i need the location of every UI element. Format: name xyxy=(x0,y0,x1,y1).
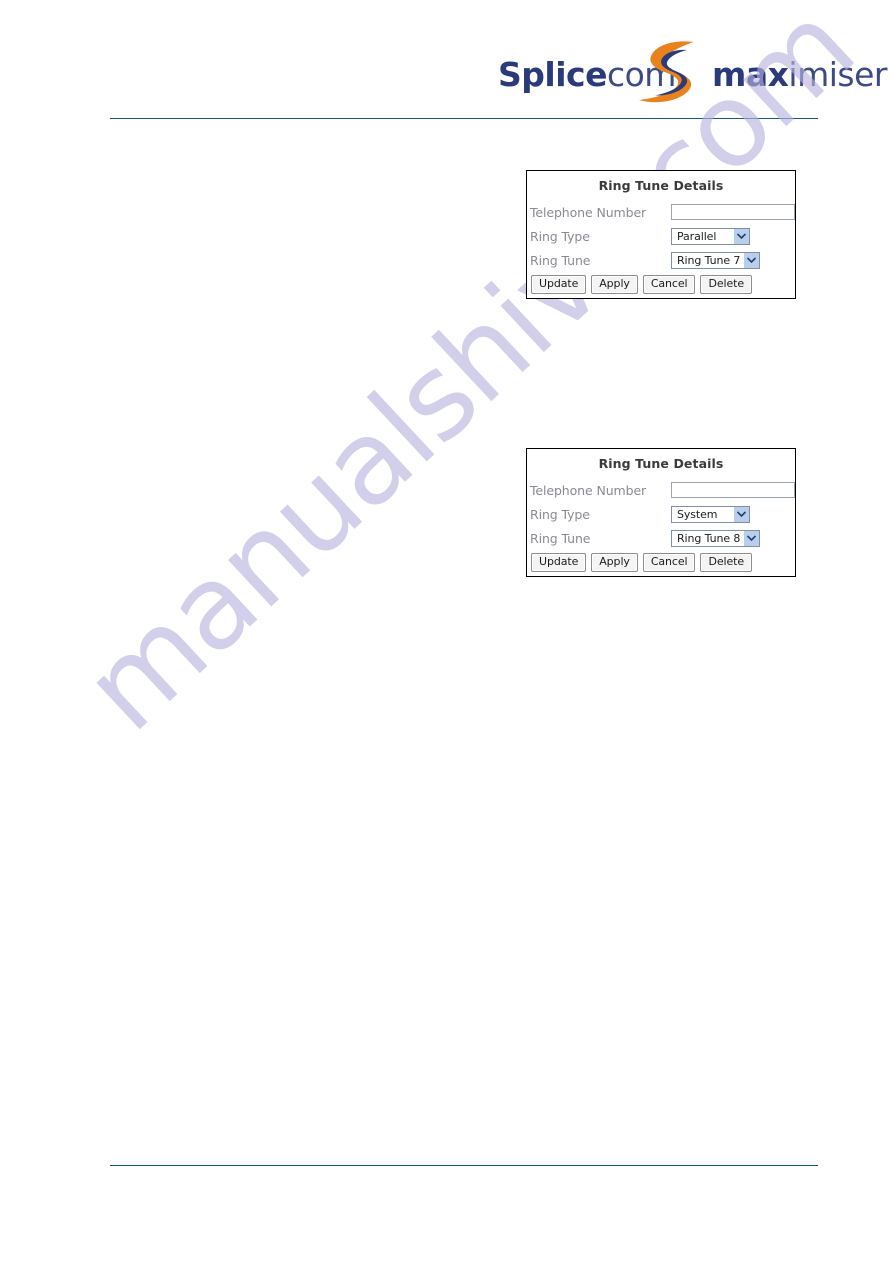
logo-text-splice: Splice xyxy=(498,55,607,94)
ring-type-selected-value: System xyxy=(677,507,718,521)
ring-tune-select[interactable]: Ring Tune 7 xyxy=(671,251,760,269)
update-button[interactable]: Update xyxy=(531,553,587,572)
ring-tune-details-panel: Ring Tune Details Telephone Number Ring … xyxy=(526,170,796,299)
document-page: manualshive.com Splicecom maximiser Ring … xyxy=(0,0,893,1263)
telephone-number-row: Telephone Number xyxy=(527,478,795,502)
chevron-down-icon[interactable] xyxy=(733,228,749,244)
chevron-down-icon[interactable] xyxy=(743,252,759,268)
chevron-down-icon[interactable] xyxy=(733,506,749,522)
watermark-text: manualshive.com xyxy=(58,0,879,757)
ring-tune-selected-value: Ring Tune 7 xyxy=(677,253,741,267)
telephone-number-label: Telephone Number xyxy=(530,204,647,220)
cancel-button[interactable]: Cancel xyxy=(642,275,696,294)
telephone-number-row: Telephone Number xyxy=(527,200,795,224)
ring-type-label: Ring Type xyxy=(530,506,590,522)
ring-type-selected-value: Parallel xyxy=(677,229,717,243)
logo-text-imiser: imiser xyxy=(788,55,887,94)
cancel-button[interactable]: Cancel xyxy=(642,553,696,572)
ring-tune-field-wrap: Ring Tune 8 xyxy=(671,529,793,547)
delete-button[interactable]: Delete xyxy=(700,553,753,572)
ring-tune-row: Ring Tune Ring Tune 8 xyxy=(527,526,795,550)
ring-tune-label: Ring Tune xyxy=(530,252,591,268)
apply-button[interactable]: Apply xyxy=(591,553,638,572)
footer-rule xyxy=(110,1165,818,1166)
telephone-number-label: Telephone Number xyxy=(530,482,647,498)
header-rule xyxy=(110,118,818,119)
apply-button[interactable]: Apply xyxy=(591,275,638,294)
ring-tune-select[interactable]: Ring Tune 8 xyxy=(671,529,760,547)
ring-tune-row: Ring Tune Ring Tune 7 xyxy=(527,248,795,272)
telephone-number-input[interactable] xyxy=(671,482,795,498)
panel-button-bar: Update Apply Cancel Delete xyxy=(527,550,795,576)
ring-type-select[interactable]: Parallel xyxy=(671,227,750,245)
panel-title: Ring Tune Details xyxy=(598,178,724,193)
chevron-down-icon[interactable] xyxy=(743,530,759,546)
update-button[interactable]: Update xyxy=(531,275,587,294)
telephone-number-field-wrap xyxy=(671,204,795,220)
ring-tune-label: Ring Tune xyxy=(530,530,591,546)
logo-s-swoosh-icon xyxy=(639,41,694,103)
ring-type-field-wrap: System xyxy=(671,505,793,523)
ring-type-row: Ring Type Parallel xyxy=(527,224,795,248)
ring-type-label: Ring Type xyxy=(530,228,590,244)
ring-tune-field-wrap: Ring Tune 7 xyxy=(671,251,793,269)
logo-text-max: max xyxy=(711,55,789,94)
splicecom-maximiser-logo: Splicecom maximiser xyxy=(498,38,887,106)
ring-type-field-wrap: Parallel xyxy=(671,227,793,245)
panel-body: Telephone Number Ring Type Parallel Ring… xyxy=(527,195,795,298)
panel-body: Telephone Number Ring Type System Ring T… xyxy=(527,473,795,576)
ring-type-select[interactable]: System xyxy=(671,505,750,523)
delete-button[interactable]: Delete xyxy=(700,275,753,294)
ring-type-row: Ring Type System xyxy=(527,502,795,526)
ring-tune-selected-value: Ring Tune 8 xyxy=(677,531,741,545)
ring-tune-details-panel: Ring Tune Details Telephone Number Ring … xyxy=(526,448,796,577)
telephone-number-field-wrap xyxy=(671,482,795,498)
telephone-number-input[interactable] xyxy=(671,204,795,220)
panel-title: Ring Tune Details xyxy=(598,456,724,471)
panel-button-bar: Update Apply Cancel Delete xyxy=(527,272,795,298)
